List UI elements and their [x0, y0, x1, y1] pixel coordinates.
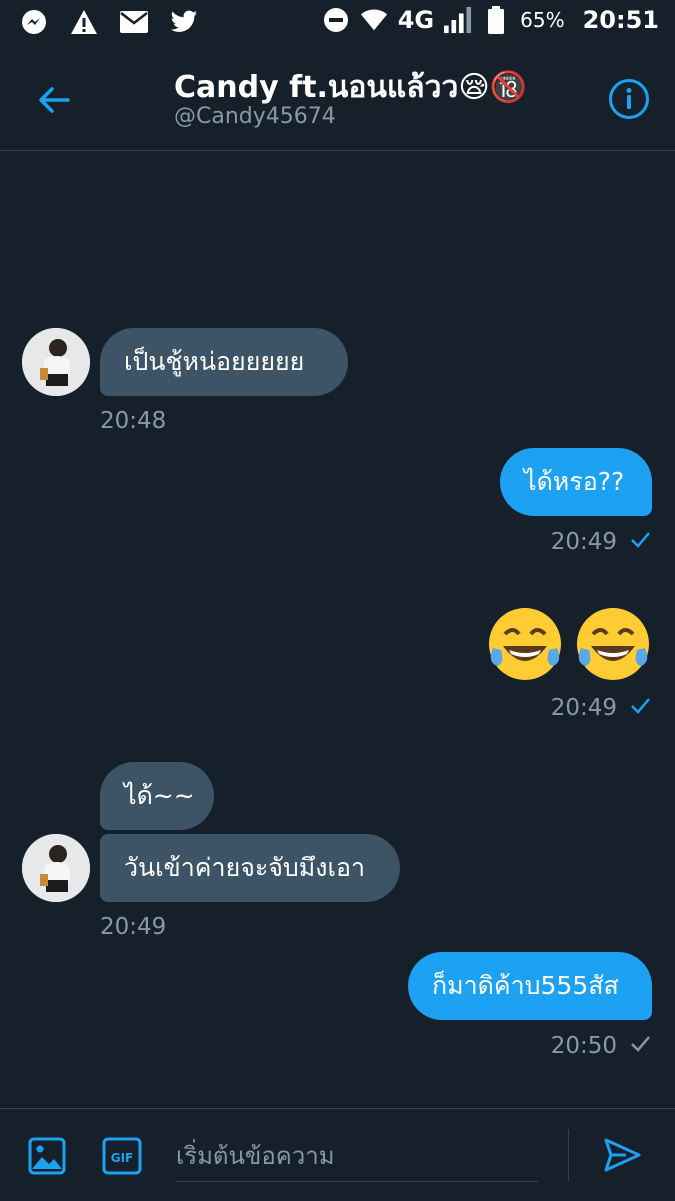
contact-handle: @Candy45674: [174, 104, 336, 129]
message-bubble[interactable]: ก็มาดิค้าบ555สัส: [408, 952, 652, 1020]
message-meta: 20:49: [551, 528, 651, 556]
delivered-check-icon: [629, 1032, 651, 1060]
message-bubble[interactable]: ได้หรอ??: [500, 448, 652, 516]
gif-label: GIF: [111, 1151, 134, 1165]
image-icon[interactable]: [28, 1137, 66, 1179]
message-time: 20:50: [550, 1033, 617, 1059]
do-not-disturb-icon: [322, 6, 350, 34]
battery-icon: [482, 6, 510, 34]
message-bubble[interactable]: ได้~~: [100, 762, 214, 830]
message-bubble[interactable]: วันเข้าค่ายจะจับมึงเอา: [100, 834, 400, 902]
laughing-crying-emoji: [573, 604, 653, 688]
message-meta: 20:50: [551, 1032, 651, 1060]
avatar[interactable]: [22, 834, 90, 902]
gif-button[interactable]: GIF: [102, 1137, 142, 1179]
emoji-message[interactable]: [485, 604, 653, 688]
message-composer: GIF: [0, 1108, 675, 1201]
laughing-crying-emoji: [485, 604, 565, 688]
avatar[interactable]: [22, 328, 90, 396]
info-icon[interactable]: [608, 78, 650, 120]
status-bar: 4G 65% 20:51: [0, 0, 675, 48]
divider: [568, 1129, 569, 1181]
network-type: 4G: [397, 6, 435, 34]
sent-check-icon: [629, 694, 651, 722]
clock: 20:51: [582, 6, 659, 34]
mail-icon: [120, 8, 148, 36]
conversation-header: Candy ft.นอนแล้วว😪🔞 @Candy45674: [0, 48, 675, 151]
sent-check-icon: [629, 528, 651, 556]
send-icon[interactable]: [602, 1135, 642, 1179]
message-input[interactable]: [176, 1131, 538, 1182]
notification-icons: [20, 8, 198, 36]
back-arrow-icon[interactable]: [34, 80, 74, 120]
message-time: 20:48: [100, 408, 167, 434]
messenger-icon: [20, 8, 48, 36]
message-meta: 20:49: [551, 694, 651, 722]
wifi-icon: [360, 6, 388, 34]
system-status: 4G 65% 20:51: [322, 6, 659, 34]
warning-icon: [70, 8, 98, 36]
signal-icon: [444, 6, 472, 34]
message-time: 20:49: [100, 914, 167, 940]
battery-percent: 65%: [520, 8, 565, 32]
message-bubble[interactable]: เป็นชู้หน่อยยยยย: [100, 328, 348, 396]
message-time: 20:49: [550, 695, 617, 721]
message-time: 20:49: [550, 529, 617, 555]
twitter-icon: [170, 8, 198, 36]
